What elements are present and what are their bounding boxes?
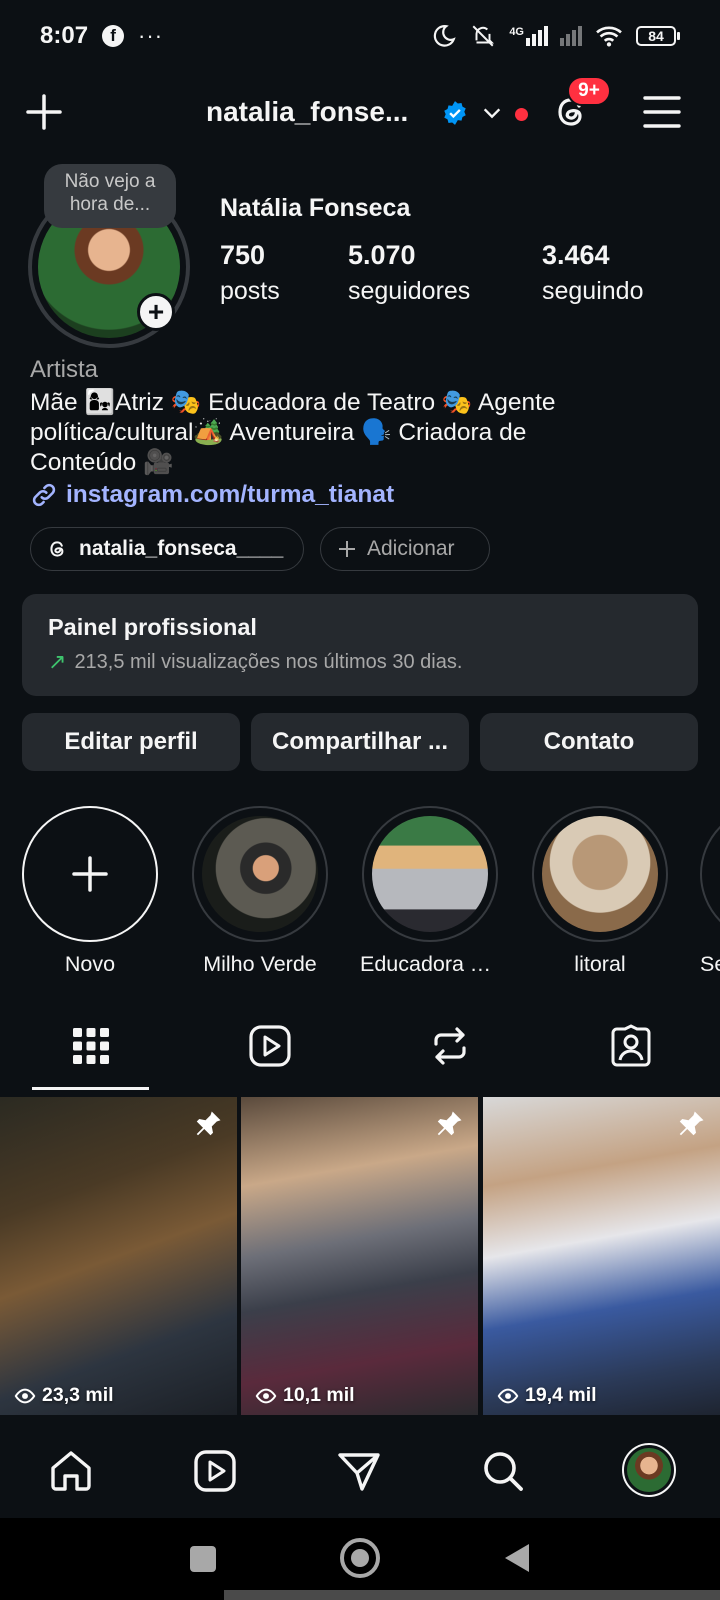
signal-2-icon	[560, 26, 582, 46]
highlight-item[interactable]: Educadora Te...	[360, 806, 500, 977]
stat-label: posts	[220, 277, 280, 305]
edit-profile-button[interactable]: Editar perfil	[22, 713, 240, 771]
link-icon	[32, 483, 56, 507]
trend-up-icon: ↗	[48, 649, 67, 674]
eye-icon	[14, 1388, 36, 1403]
highlight-label: litoral	[574, 952, 626, 976]
highlight-cover	[372, 816, 488, 932]
share-profile-button[interactable]: Compartilhar ...	[251, 713, 469, 771]
profile-header: natalia_fonse... 9+	[0, 76, 720, 150]
eye-icon	[255, 1388, 277, 1403]
professional-dashboard[interactable]: Painel profissional ↗ 213,5 mil visualiz…	[22, 594, 698, 696]
threads-icon	[50, 541, 64, 557]
search-icon[interactable]	[480, 1448, 526, 1494]
highlight-label: Milho Verde	[203, 952, 317, 976]
note-bubble[interactable]: Não vejo a hora de...	[44, 164, 176, 228]
chevron-down-icon[interactable]	[481, 102, 503, 124]
mute-icon	[472, 25, 495, 47]
highlight-cover	[202, 816, 318, 932]
pinned-icon	[679, 1111, 704, 1136]
wifi-icon	[596, 26, 622, 47]
home-icon[interactable]	[48, 1448, 94, 1494]
view-count: 19,4 mil	[497, 1384, 597, 1407]
account-alert-dot	[515, 108, 528, 121]
stat-followers[interactable]: 5.070 seguidores	[348, 240, 470, 306]
stat-posts[interactable]: 750 posts	[220, 240, 280, 306]
verified-badge-icon	[444, 101, 466, 125]
username-title[interactable]: natalia_fonse...	[206, 96, 408, 128]
status-bar: 8:07 f ··· 4G 84	[0, 0, 720, 72]
stat-value: 3.464	[542, 240, 610, 270]
profile-nav-avatar[interactable]	[622, 1443, 676, 1497]
profile-category: Artista	[30, 356, 99, 383]
post-tile[interactable]: 23,3 mil	[0, 1097, 237, 1415]
system-navigation-bar	[0, 1518, 720, 1600]
highlight-label: Se	[700, 952, 720, 976]
do-not-disturb-icon	[434, 25, 456, 47]
avatar-image	[627, 1448, 671, 1492]
stat-label: seguindo	[542, 277, 644, 305]
panel-title: Painel profissional	[48, 614, 257, 640]
highlight-cover	[542, 816, 658, 932]
direct-messages-icon[interactable]	[336, 1448, 382, 1494]
contact-button[interactable]: Contato	[480, 713, 698, 771]
back-button[interactable]	[503, 1542, 531, 1574]
plus-icon	[339, 541, 355, 557]
post-tile[interactable]: 19,4 mil	[483, 1097, 720, 1415]
highlight-item[interactable]: Se	[700, 806, 720, 977]
plus-icon	[72, 856, 108, 892]
scroll-indicator	[224, 1590, 720, 1600]
grid-tab-icon[interactable]	[69, 1024, 113, 1068]
stat-value: 750	[220, 240, 266, 270]
signal-icon: 4G	[509, 26, 548, 46]
bio-line: Mãe 👩‍👧Atriz 🎭 Educadora de Teatro 🎭 Age…	[30, 389, 556, 416]
view-count: 10,1 mil	[255, 1384, 355, 1407]
add-label: Adicionar	[367, 537, 455, 560]
pinned-icon	[437, 1111, 462, 1136]
active-tab-indicator	[32, 1087, 149, 1090]
status-time: 8:07	[40, 22, 89, 49]
post-tile[interactable]: 10,1 mil	[241, 1097, 478, 1415]
view-count-text: 23,3 mil	[42, 1384, 114, 1406]
panel-subtitle: ↗ 213,5 mil visualizações nos últimos 30…	[48, 649, 672, 675]
add-story-icon[interactable]: +	[137, 293, 175, 331]
eye-icon	[497, 1388, 519, 1403]
reels-icon[interactable]	[192, 1448, 238, 1494]
reels-tab-icon[interactable]	[248, 1024, 292, 1068]
create-plus-icon[interactable]	[24, 92, 64, 132]
new-highlight-circle	[22, 806, 158, 942]
notifications-badge: 9+	[567, 76, 611, 106]
battery-icon: 84	[636, 26, 680, 46]
threads-handle: natalia_fonseca____	[79, 537, 284, 560]
view-count: 23,3 mil	[14, 1384, 114, 1407]
bio-line: política/cultural🏕️ Aventureira 🗣️ Criad…	[30, 419, 527, 446]
stat-following[interactable]: 3.464 seguindo	[542, 240, 643, 306]
add-link-pill[interactable]: Adicionar	[320, 527, 490, 571]
profile-bio: Mãe 👩‍👧Atriz 🎭 Educadora de Teatro 🎭 Age…	[30, 388, 680, 478]
menu-icon[interactable]	[642, 94, 682, 130]
highlight-item[interactable]: litoral	[530, 806, 670, 977]
facebook-notification-icon: f	[102, 25, 125, 47]
profile-link[interactable]: instagram.com/turma_tianat	[30, 481, 394, 509]
view-count-text: 10,1 mil	[283, 1384, 355, 1406]
highlight-label: Novo	[64, 952, 116, 976]
link-text: instagram.com/turma_tianat	[66, 481, 395, 508]
panel-subtitle-text: 213,5 mil visualizações nos últimos 30 d…	[74, 650, 463, 673]
highlight-item[interactable]: Milho Verde	[190, 806, 330, 977]
home-button[interactable]	[340, 1538, 380, 1578]
reposts-tab-icon[interactable]	[428, 1024, 472, 1068]
stat-label: seguidores	[348, 277, 471, 305]
pinned-icon	[196, 1111, 221, 1136]
recents-button[interactable]	[190, 1546, 216, 1572]
threads-profile-pill[interactable]: natalia_fonseca____	[30, 527, 304, 571]
tagged-tab-icon[interactable]	[609, 1024, 653, 1068]
more-notifications-icon: ···	[138, 23, 164, 48]
bottom-navigation	[0, 1426, 720, 1518]
view-count-text: 19,4 mil	[525, 1384, 597, 1406]
stat-value: 5.070	[348, 240, 416, 270]
display-name: Natália Fonseca	[220, 194, 411, 222]
highlight-label: Educadora Te...	[360, 952, 500, 976]
highlight-new[interactable]: Novo	[20, 806, 160, 977]
bio-line: Conteúdo 🎥	[30, 449, 174, 476]
